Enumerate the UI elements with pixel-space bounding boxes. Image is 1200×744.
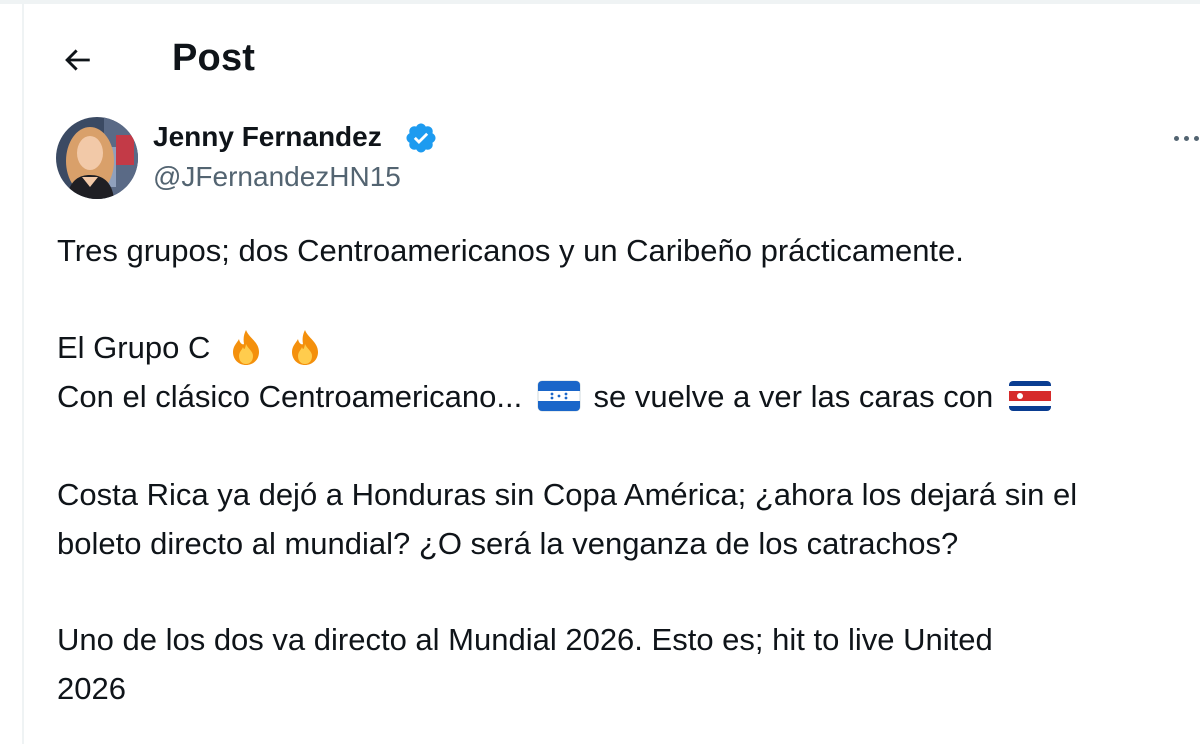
more-options-button[interactable]: [1166, 120, 1200, 156]
tweet-text-line: Uno de los dos va directo al Mundial 202…: [57, 622, 993, 657]
tweet-text-line: El Grupo C: [57, 328, 326, 369]
fire-emoji: [232, 329, 259, 365]
arrow-left-icon: [65, 49, 90, 71]
tweet-text-segment: El Grupo C: [57, 330, 211, 365]
page-title: Post: [172, 37, 256, 79]
tweet-text-segment: se vuelve a ver las caras con: [593, 379, 994, 414]
costa-rica-flag-emoji: [1008, 380, 1051, 411]
honduras-flag-emoji: [537, 380, 581, 412]
more-horizontal-icon-dot: [1194, 136, 1199, 141]
top-divider: [0, 0, 1200, 4]
author-name[interactable]: Jenny Fernandez: [153, 120, 382, 154]
tweet-text-line: Costa Rica ya dejó a Honduras sin Copa A…: [57, 477, 1078, 512]
more-horizontal-icon: [1174, 136, 1179, 141]
tweet-text-line: boleto directo al mundial? ¿O será la ve…: [57, 526, 959, 561]
avatar[interactable]: [56, 117, 138, 199]
verified-badge-icon: [406, 123, 436, 153]
left-divider: [22, 0, 24, 744]
tweet-text-line: Con el clásico Centroamericano... se vue…: [57, 377, 1052, 417]
back-button[interactable]: [55, 38, 99, 82]
post-page: Post Jenny Fernandez @JFernandezHN15 Tre…: [0, 0, 1200, 744]
more-horizontal-icon-dot: [1184, 136, 1189, 141]
author-handle[interactable]: @JFernandezHN15: [153, 160, 401, 194]
fire-emoji: [291, 329, 318, 365]
tweet-text-segment: Con el clásico Centroamericano...: [57, 379, 523, 414]
tweet-text-line: 2026: [57, 671, 126, 706]
tweet-text-line: Tres grupos; dos Centroamericanos y un C…: [57, 233, 964, 268]
avatar-image: [56, 117, 138, 199]
